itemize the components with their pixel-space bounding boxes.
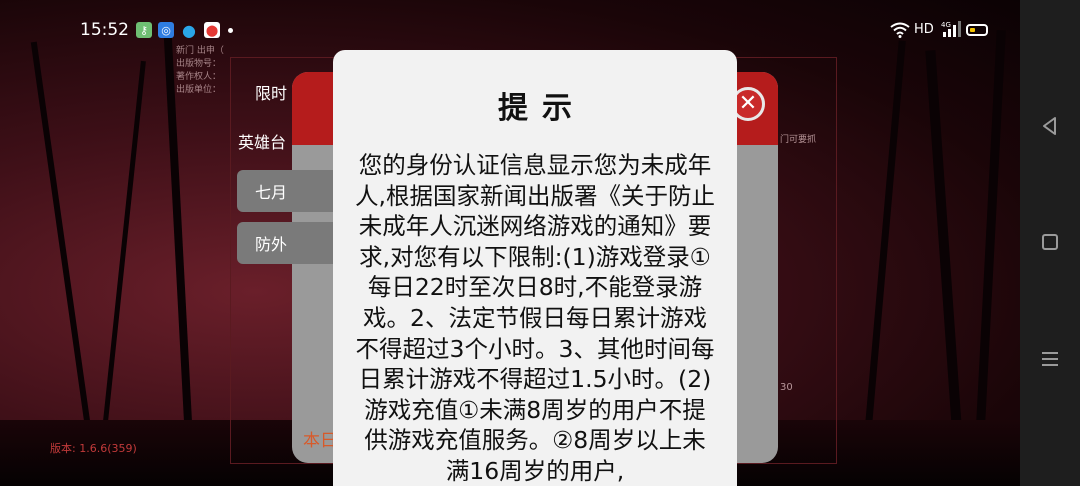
tree-silhouette bbox=[925, 50, 965, 470]
menu-lines-icon[interactable] bbox=[1042, 352, 1058, 366]
background-dialog-title: 限时 bbox=[255, 84, 288, 103]
background-right-number: 30 bbox=[780, 382, 793, 393]
background-link[interactable]: 本日 bbox=[303, 426, 337, 451]
signal-icon: 4G bbox=[941, 21, 961, 37]
battery-fill bbox=[970, 28, 975, 32]
blue-app-icon: ◎ bbox=[158, 22, 174, 38]
pill-label: 防外 bbox=[255, 235, 288, 254]
tree-silhouette bbox=[973, 30, 1006, 480]
svg-text:4G: 4G bbox=[941, 21, 951, 29]
copyright-line: 著作权人： bbox=[176, 72, 222, 82]
battery-icon bbox=[966, 24, 988, 36]
map-pin-app-icon: ⬤ bbox=[204, 22, 220, 38]
home-square-icon[interactable] bbox=[1042, 234, 1058, 250]
minor-restriction-dialog: 提示 您的身份认证信息显示您为未成年人,根据国家新闻出版署《关于防止未成年人沉迷… bbox=[333, 50, 737, 486]
dialog-body-text: 您的身份认证信息显示您为未成年人,根据国家新闻出版署《关于防止未成年人沉迷网络游… bbox=[355, 151, 715, 485]
tree-silhouette bbox=[99, 60, 146, 460]
dialog-title: 提示 bbox=[498, 91, 586, 126]
tree-silhouette bbox=[30, 41, 96, 459]
game-version: 版本: 1.6.6(359) bbox=[50, 442, 137, 455]
wifi-icon bbox=[890, 22, 910, 38]
qq-icon: ● bbox=[182, 20, 196, 40]
network-label: HD bbox=[914, 22, 934, 37]
tree-silhouette bbox=[861, 40, 906, 470]
back-triangle-icon[interactable] bbox=[1040, 116, 1060, 136]
key-app-icon: ⚷ bbox=[136, 22, 152, 38]
background-tab-label[interactable]: 英雄台 bbox=[238, 129, 286, 153]
background-right-text: 门可要抓 bbox=[780, 135, 817, 145]
copyright-line: 出版单位： bbox=[176, 85, 222, 95]
more-notifications-dot bbox=[228, 28, 233, 33]
status-time: 15:52 bbox=[80, 20, 129, 40]
pill-label: 七月 bbox=[255, 183, 288, 202]
